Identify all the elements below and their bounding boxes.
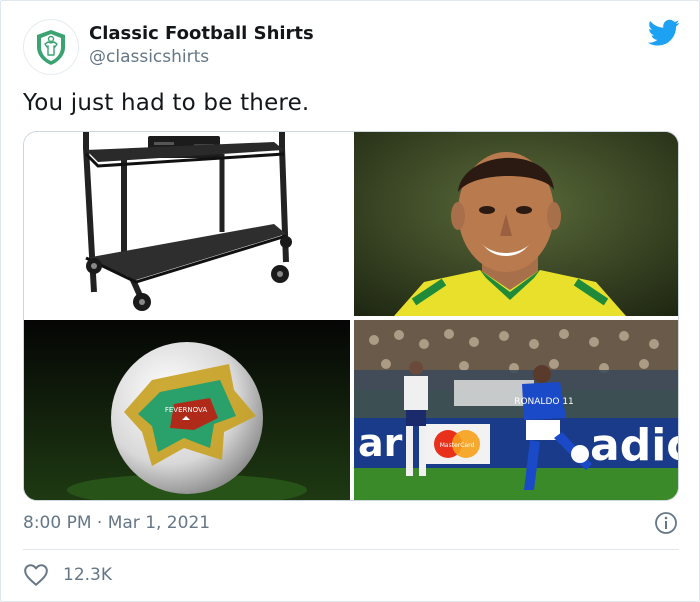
display-name[interactable]: Classic Football Shirts (89, 23, 314, 44)
jersey-text: RONALDO 11 (514, 397, 574, 407)
like-count: 12.3K (63, 565, 112, 585)
divider (23, 549, 679, 550)
heart-icon (24, 564, 48, 586)
tweet-timestamp[interactable]: 8:00 PM · Mar 1, 2021 (23, 513, 210, 533)
ad-card-text: MasterCard (440, 442, 475, 449)
avatar[interactable] (23, 19, 79, 75)
tweet-card: Classic Football Shirts @classicshirts Y… (0, 0, 700, 602)
tweet-text: You just had to be there. (23, 90, 310, 116)
ad-left-text: ar (358, 421, 403, 465)
media-player-portrait[interactable] (354, 132, 678, 316)
like-button[interactable]: 12.3K (23, 563, 112, 587)
shirt-shield-icon (37, 30, 65, 65)
ad-right-text: adic (590, 420, 679, 471)
info-icon[interactable] (654, 511, 678, 535)
user-handle[interactable]: @classicshirts (89, 47, 209, 67)
media-tv-cart[interactable] (24, 132, 350, 316)
ball-label: FEVERNOVA (165, 406, 207, 414)
media-grid[interactable]: FEVERNOVA ar MasterCard adi RONALDO 11 (23, 131, 679, 501)
media-match-action[interactable]: ar MasterCard adic RONALDO 11 (354, 320, 679, 500)
twitter-bird-icon[interactable] (648, 19, 680, 47)
media-match-ball[interactable]: FEVERNOVA (24, 320, 350, 500)
